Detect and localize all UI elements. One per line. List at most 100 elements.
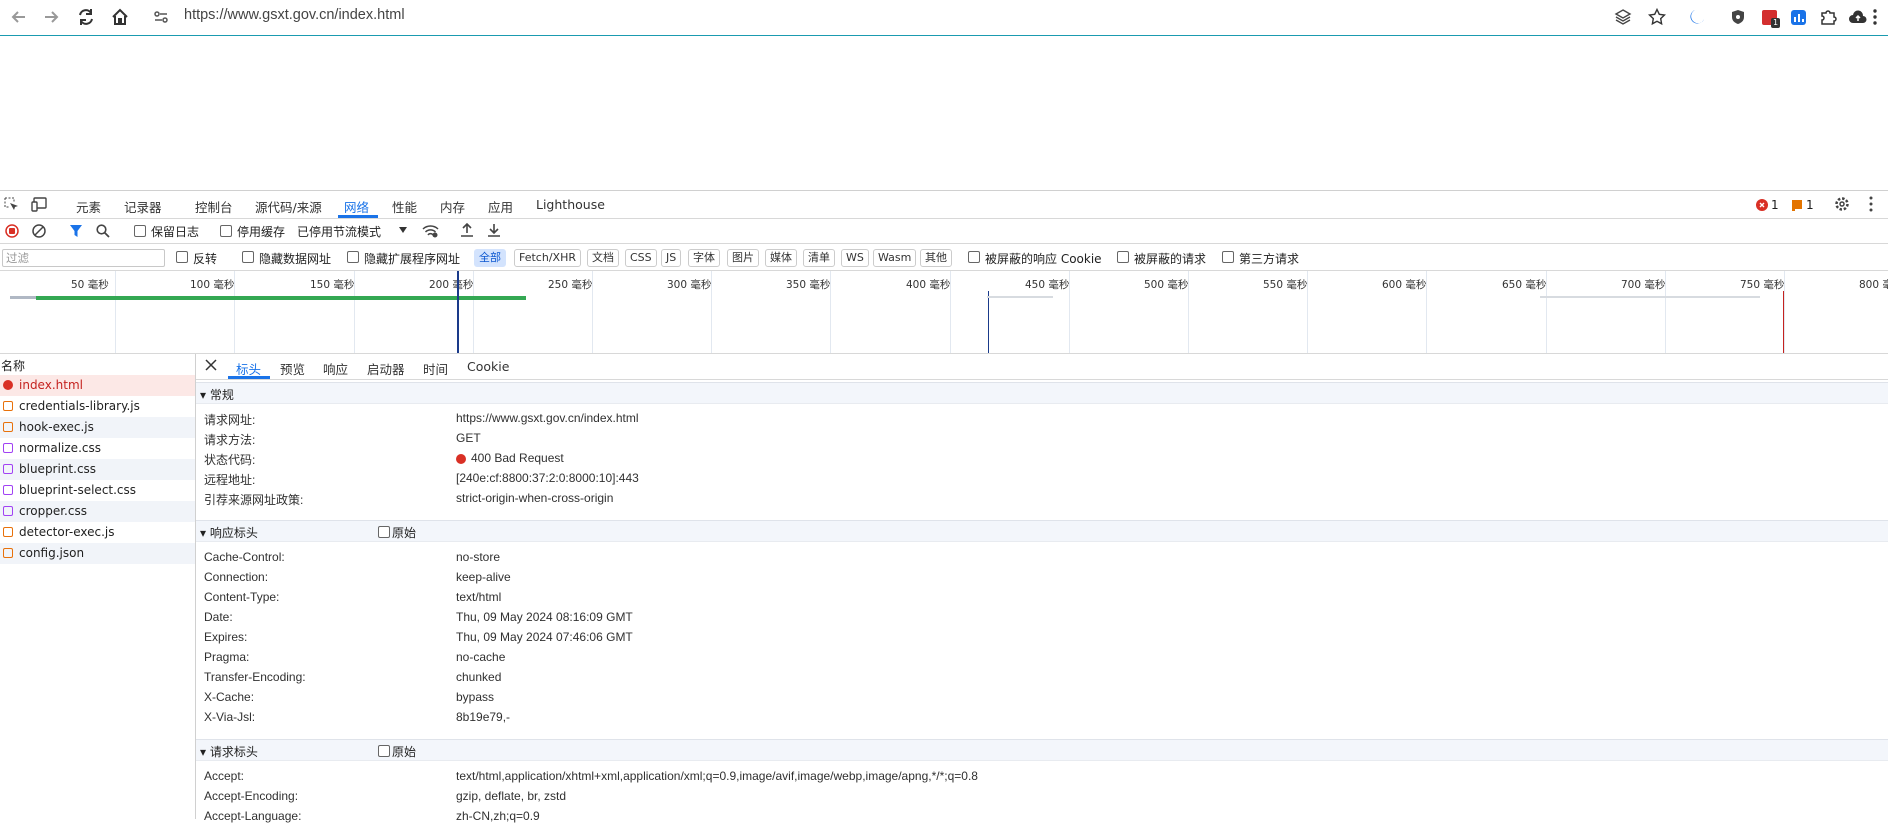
shield-extension-icon[interactable] bbox=[1727, 6, 1749, 28]
type-filter-fetch-xhr[interactable]: Fetch/XHR bbox=[514, 249, 581, 267]
timeline-overview[interactable]: 50 毫秒 100 毫秒 150 毫秒 200 毫秒 250 毫秒 300 毫秒 350 毫… bbox=[0, 271, 1888, 354]
tab-application[interactable]: 应用 bbox=[488, 197, 513, 216]
type-filter-wasm[interactable]: Wasm bbox=[873, 249, 917, 267]
header-value[interactable]: text/html,application/xhtml+xml,applicat… bbox=[456, 769, 978, 783]
export-har-download-icon[interactable] bbox=[487, 223, 501, 237]
request-row[interactable]: hook-exec.js bbox=[0, 417, 195, 438]
record-stop-icon[interactable] bbox=[5, 224, 19, 238]
header-value[interactable]: Thu, 09 May 2024 08:16:09 GMT bbox=[456, 610, 633, 624]
chevron-down-icon[interactable] bbox=[399, 227, 407, 233]
clear-icon[interactable] bbox=[32, 224, 46, 238]
request-row[interactable]: credentials-library.js bbox=[0, 396, 195, 417]
header-value[interactable]: chunked bbox=[456, 670, 501, 684]
timeline-waiting-bar bbox=[10, 296, 36, 299]
tab-console[interactable]: 控制台 bbox=[195, 197, 233, 216]
type-filter-font[interactable]: 字体 bbox=[688, 249, 720, 267]
preserve-log-checkbox[interactable] bbox=[134, 225, 146, 237]
device-toolbar-icon[interactable] bbox=[31, 197, 48, 212]
tab-sources[interactable]: 源代码/来源 bbox=[255, 197, 322, 216]
type-filter-doc[interactable]: 文档 bbox=[587, 249, 619, 267]
error-count-badge[interactable]: 1 bbox=[1756, 198, 1779, 212]
request-raw-checkbox[interactable] bbox=[378, 745, 390, 757]
tab-recorder[interactable]: 记录器 bbox=[124, 197, 162, 216]
header-value[interactable]: no-store bbox=[456, 550, 500, 564]
more-menu-icon[interactable] bbox=[1864, 6, 1886, 28]
request-row[interactable]: cropper.css bbox=[0, 501, 195, 522]
tab-preview[interactable]: 预览 bbox=[280, 359, 305, 378]
tab-timing[interactable]: 时间 bbox=[423, 359, 448, 378]
request-row[interactable]: blueprint.css bbox=[0, 459, 195, 480]
request-headers-section-header[interactable]: ▾ 请求标头 原始 bbox=[196, 739, 1888, 761]
type-filter-other[interactable]: 其他 bbox=[920, 249, 952, 267]
header-value[interactable]: gzip, deflate, br, zstd bbox=[456, 789, 566, 803]
type-filter-js[interactable]: JS bbox=[661, 249, 682, 267]
tab-memory[interactable]: 内存 bbox=[440, 197, 465, 216]
filter-input[interactable]: 过滤 bbox=[2, 249, 165, 267]
tab-initiator[interactable]: 启动器 bbox=[367, 359, 405, 378]
devtools-more-icon[interactable] bbox=[1869, 196, 1873, 212]
close-icon[interactable] bbox=[205, 359, 217, 371]
request-row[interactable]: detector-exec.js bbox=[0, 522, 195, 543]
bookmark-star-icon[interactable] bbox=[1646, 6, 1668, 28]
network-conditions-wifi-icon[interactable] bbox=[422, 224, 439, 238]
request-row[interactable]: index.html bbox=[0, 375, 195, 396]
hide-extension-urls-checkbox[interactable] bbox=[347, 251, 359, 263]
type-filter-manifest[interactable]: 清单 bbox=[803, 249, 835, 267]
throttling-select[interactable]: 已停用节流模式 bbox=[297, 223, 381, 240]
header-value[interactable]: strict-origin-when-cross-origin bbox=[456, 491, 613, 505]
response-headers-section-header[interactable]: ▾ 响应标头 原始 bbox=[196, 520, 1888, 542]
header-key: Transfer-Encoding: bbox=[204, 670, 306, 684]
header-value[interactable]: GET bbox=[456, 431, 481, 445]
header-value[interactable]: keep-alive bbox=[456, 570, 511, 584]
header-value[interactable]: 400 Bad Request bbox=[471, 451, 564, 465]
disable-cache-checkbox[interactable] bbox=[220, 225, 232, 237]
request-row[interactable]: blueprint-select.css bbox=[0, 480, 195, 501]
blocked-cookies-checkbox[interactable] bbox=[968, 251, 980, 263]
site-settings-icon[interactable] bbox=[150, 6, 172, 28]
chart-extension-icon[interactable] bbox=[1787, 6, 1809, 28]
issue-count-badge[interactable]: 1 bbox=[1791, 198, 1814, 212]
hide-data-urls-checkbox[interactable] bbox=[242, 251, 254, 263]
name-column-header[interactable]: 名称 bbox=[0, 354, 195, 376]
header-value[interactable]: https://www.gsxt.gov.cn/index.html bbox=[456, 411, 639, 425]
type-filter-media[interactable]: 媒体 bbox=[765, 249, 797, 267]
home-icon[interactable] bbox=[109, 6, 131, 28]
general-section-header[interactable]: ▾ 常规 bbox=[196, 382, 1888, 404]
share-stack-icon[interactable] bbox=[1612, 6, 1634, 28]
search-icon[interactable] bbox=[96, 224, 110, 238]
header-value[interactable]: Thu, 09 May 2024 07:46:06 GMT bbox=[456, 630, 633, 644]
header-value[interactable]: 8b19e79,- bbox=[456, 710, 510, 724]
header-value[interactable]: no-cache bbox=[456, 650, 505, 664]
header-value[interactable]: text/html bbox=[456, 590, 501, 604]
third-party-checkbox[interactable] bbox=[1222, 251, 1234, 263]
forward-arrow-icon[interactable] bbox=[40, 6, 62, 28]
header-value[interactable]: zh-CN,zh;q=0.9 bbox=[456, 809, 540, 823]
type-filter-img[interactable]: 图片 bbox=[727, 249, 759, 267]
dark-mode-moon-icon[interactable] bbox=[1686, 6, 1708, 28]
header-value[interactable]: bypass bbox=[456, 690, 494, 704]
request-row[interactable]: normalize.css bbox=[0, 438, 195, 459]
blocked-requests-checkbox[interactable] bbox=[1117, 251, 1129, 263]
header-value[interactable]: [240e:cf:8800:37:2:0:8000:10]:443 bbox=[456, 471, 639, 485]
type-filter-css[interactable]: CSS bbox=[625, 249, 657, 267]
reload-icon[interactable] bbox=[75, 6, 97, 28]
tab-elements[interactable]: 元素 bbox=[76, 197, 101, 216]
tab-cookies[interactable]: Cookie bbox=[467, 359, 509, 374]
tab-network[interactable]: 网络 bbox=[344, 197, 369, 216]
tab-performance[interactable]: 性能 bbox=[392, 197, 417, 216]
invert-checkbox[interactable] bbox=[176, 251, 188, 263]
tab-lighthouse[interactable]: Lighthouse bbox=[536, 197, 605, 212]
tab-response[interactable]: 响应 bbox=[323, 359, 348, 378]
response-raw-checkbox[interactable] bbox=[378, 526, 390, 538]
address-bar-url[interactable]: https://www.gsxt.gov.cn/index.html bbox=[184, 7, 405, 23]
red-extension-icon[interactable]: 1 bbox=[1758, 6, 1781, 28]
settings-gear-icon[interactable] bbox=[1834, 196, 1850, 212]
filter-funnel-icon[interactable] bbox=[69, 224, 83, 238]
extensions-puzzle-icon[interactable] bbox=[1817, 6, 1839, 28]
import-har-upload-icon[interactable] bbox=[460, 223, 474, 237]
back-arrow-icon[interactable] bbox=[8, 6, 30, 28]
request-row[interactable]: config.json bbox=[0, 543, 195, 564]
type-filter-all[interactable]: 全部 bbox=[474, 249, 506, 267]
inspect-element-icon[interactable] bbox=[4, 197, 19, 212]
type-filter-ws[interactable]: WS bbox=[841, 249, 869, 267]
